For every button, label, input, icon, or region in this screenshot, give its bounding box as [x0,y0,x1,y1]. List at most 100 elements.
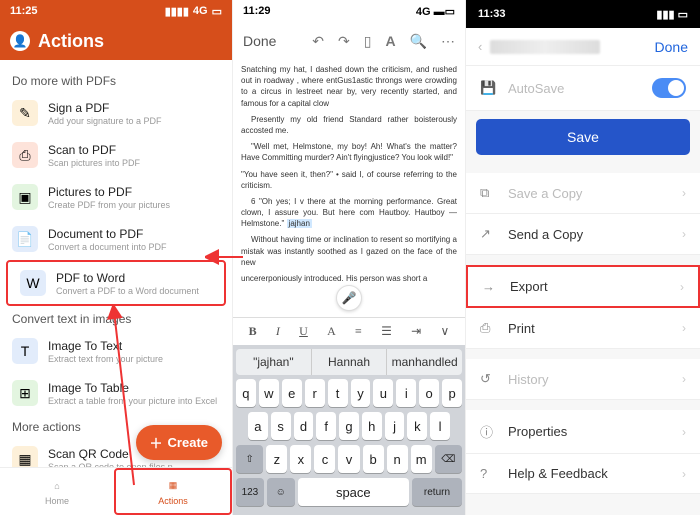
key-c[interactable]: c [314,445,335,473]
italic-button[interactable]: I [276,324,280,339]
align-button[interactable]: ≡ [355,324,362,339]
key-i[interactable]: i [396,379,416,407]
key-m[interactable]: m [411,445,432,473]
bottom-nav: ⌂ Home ▦ Actions [0,467,232,515]
key-j[interactable]: j [385,412,405,440]
emoji-key[interactable]: ☺ [267,478,295,506]
menu-print[interactable]: ⎙Print› [466,308,700,349]
section-convert: Convert text in images [0,306,232,330]
chevron-left-icon[interactable]: ‹ [478,39,482,54]
document-body[interactable]: Snatching my hat, I dashed down the crit… [233,60,465,317]
action-icon: T [12,338,38,364]
menu-save-a-copy: ⧉Save a Copy› [466,173,700,214]
create-fab[interactable]: ＋ Create [136,425,222,460]
action-icon: ⊞ [12,380,38,406]
key-u[interactable]: u [373,379,393,407]
done-button[interactable]: Done [655,39,688,55]
menu-send-a-copy[interactable]: ↗Send a Copy› [466,214,700,255]
underline-button[interactable]: U [299,324,308,339]
autosave-toggle[interactable] [652,78,686,98]
key-d[interactable]: d [294,412,314,440]
status-bar: 11:33 ▮▮▮ ▭ [466,0,700,28]
action-icon: ✎ [12,100,38,126]
key-x[interactable]: x [290,445,311,473]
status-bar: 11:25 ▮▮▮▮ 4G ▭ [0,0,232,22]
action-icon: ▦ [12,446,38,467]
header-actions: 👤 Actions [0,22,232,60]
status-indicators: ▮▮▮▮ 4G ▭ [165,5,222,18]
suggestion[interactable]: Hannah [312,349,388,375]
menu-export[interactable]: →Export› [466,265,700,308]
key-p[interactable]: p [442,379,462,407]
action-item[interactable]: WPDF to WordConvert a PDF to a Word docu… [6,260,226,306]
shift-key[interactable]: ⇧ [236,445,263,473]
menu-history: ↺History› [466,359,700,400]
user-icon[interactable]: 👤 [10,31,30,51]
search-icon[interactable]: 🔍 [410,33,427,50]
key-g[interactable]: g [339,412,359,440]
mic-icon[interactable]: 🎤 [336,285,362,311]
key-q[interactable]: q [236,379,256,407]
chevron-right-icon: › [680,280,684,294]
key-e[interactable]: e [282,379,302,407]
suggestion[interactable]: manhandled [387,349,462,375]
indent-button[interactable]: ⇥ [411,324,421,339]
action-item[interactable]: ⎙Scan to PDFScan pictures into PDF [0,134,232,176]
undo-icon[interactable]: ↶ [312,33,324,50]
editor-toolbar: Done ↶ ↷ ▯ A 🔍 ⋯ [233,22,465,60]
nav-home[interactable]: ⌂ Home [0,468,114,515]
action-item[interactable]: 📄Document to PDFConvert a document into … [0,218,232,260]
autosave-row: 💾 AutoSave [466,66,700,111]
action-item[interactable]: ⊞Image To TableExtract a table from your… [0,372,232,414]
status-indicators: ▮▮▮ ▭ [656,8,688,21]
key-y[interactable]: y [351,379,371,407]
chevron-right-icon: › [682,321,686,335]
delete-key[interactable]: ⌫ [435,445,462,473]
menu-body: 💾 AutoSave Save ⧉Save a Copy›↗Send a Cop… [466,66,700,515]
phone-icon[interactable]: ▯ [364,33,372,50]
row-icon: ↗ [480,226,496,242]
key-n[interactable]: n [387,445,408,473]
key-h[interactable]: h [362,412,382,440]
menu-help-feedback[interactable]: ?Help & Feedback› [466,454,700,494]
key-s[interactable]: s [271,412,291,440]
bold-button[interactable]: B [249,324,257,339]
expand-button[interactable]: ∨ [440,324,449,339]
key-a[interactable]: a [248,412,268,440]
return-key[interactable]: return [412,478,462,506]
redo-icon[interactable]: ↷ [338,33,350,50]
nav-actions[interactable]: ▦ Actions [114,468,232,515]
save-button[interactable]: Save [476,119,690,155]
action-item[interactable]: ▣Pictures to PDFCreate PDF from your pic… [0,176,232,218]
key-z[interactable]: z [266,445,287,473]
key-f[interactable]: f [316,412,336,440]
section-pdfs: Do more with PDFs [0,68,232,92]
action-item[interactable]: TImage To TextExtract text from your pic… [0,330,232,372]
chevron-right-icon: › [682,372,686,386]
key-b[interactable]: b [363,445,384,473]
menu-properties[interactable]: ⓘProperties› [466,410,700,454]
suggestion[interactable]: "jajhan" [236,349,312,375]
action-icon: ▣ [12,184,38,210]
status-time: 11:25 [10,5,38,17]
action-item[interactable]: ✎Sign a PDFAdd your signature to a PDF [0,92,232,134]
bullets-button[interactable]: ☰ [381,324,392,339]
highlight-button[interactable]: A [327,324,336,339]
key-r[interactable]: r [305,379,325,407]
suggestions: "jajhan" Hannah manhandled [236,349,462,375]
row-icon: → [482,279,498,294]
key-o[interactable]: o [419,379,439,407]
key-w[interactable]: w [259,379,279,407]
key-t[interactable]: t [328,379,348,407]
key-v[interactable]: v [338,445,359,473]
space-key[interactable]: space [298,478,409,506]
a-icon[interactable]: A [385,33,395,50]
done-button[interactable]: Done [243,33,276,49]
more-icon[interactable]: ⋯ [441,33,455,50]
key-l[interactable]: l [430,412,450,440]
numbers-key[interactable]: 123 [236,478,264,506]
format-bar: B I U A ≡ ☰ ⇥ ∨ [233,317,465,345]
status-time: 11:29 [243,5,271,17]
screen-actions: 11:25 ▮▮▮▮ 4G ▭ 👤 Actions Do more with P… [0,0,233,515]
key-k[interactable]: k [407,412,427,440]
